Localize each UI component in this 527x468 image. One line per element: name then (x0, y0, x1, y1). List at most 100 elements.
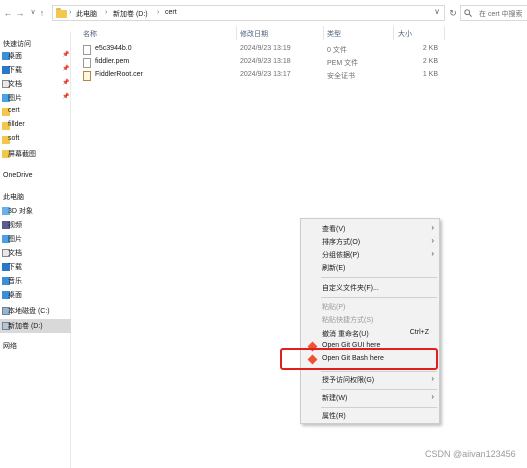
sidebar-item-pictures-pc[interactable]: 图片 (0, 232, 71, 246)
forward-icon[interactable]: → (14, 6, 26, 20)
address-dropdown-icon[interactable]: ∨ (434, 7, 440, 16)
breadcrumb-drive-d[interactable]: 新加卷 (D:) (113, 9, 148, 19)
menu-separator (321, 407, 437, 408)
search-placeholder: 在 cert 中搜索 (479, 11, 523, 18)
file-row[interactable]: e5c3944b.0 2024/9/23 13:19 0 文件 2 KB (80, 44, 527, 56)
menu-item-group-by[interactable]: 分组依据(P) › (301, 248, 439, 261)
breadcrumb-cert[interactable]: cert (165, 9, 177, 16)
sidebar-item-fillder[interactable]: fillder (0, 119, 71, 133)
navigation-pane: 快速访问 桌面 📌 下载 📌 文档 📌 图片 📌 cert fillder so… (0, 32, 71, 468)
menu-item-new[interactable]: 新建(W) › (301, 391, 439, 404)
pin-icon: 📌 (62, 80, 70, 86)
sidebar-item-drive-d[interactable]: 新加卷 (D:) (0, 319, 71, 333)
sidebar-item-documents-pc[interactable]: 文档 (0, 246, 71, 260)
menu-item-label: 授予访问权限(G) (322, 377, 375, 384)
sidebar-item-soft[interactable]: soft (0, 133, 71, 147)
file-name: FiddlerRoot.cer (95, 71, 143, 78)
file-icon (83, 58, 91, 68)
menu-separator (321, 277, 437, 278)
menu-item-properties[interactable]: 属性(R) (301, 409, 439, 422)
column-divider[interactable] (236, 26, 237, 40)
sidebar-item-desktop[interactable]: 桌面 📌 (0, 49, 71, 63)
sidebar-item-network[interactable]: 网络 (3, 341, 17, 351)
menu-item-paste[interactable]: 粘贴(P) (301, 300, 439, 313)
breadcrumb-separator: › (69, 9, 72, 16)
menu-item-shortcut: Ctrl+Z (409, 329, 429, 336)
sidebar-item-screenshots[interactable]: 屏幕截图 (0, 147, 71, 161)
file-row[interactable]: fiddler.pem 2024/9/23 13:18 PEM 文件 2 KB (80, 57, 527, 69)
menu-item-sort-by[interactable]: 排序方式(O) › (301, 235, 439, 248)
search-input[interactable]: 在 cert 中搜索 (460, 5, 527, 21)
menu-item-label: 属性(R) (322, 413, 346, 420)
menu-item-label: 排序方式(O) (322, 239, 361, 246)
menu-item-give-access[interactable]: 授予访问权限(G) › (301, 373, 439, 386)
column-header-name[interactable]: 名称 (83, 29, 97, 39)
sidebar-item-label: 本地磁盘 (C:) (8, 308, 50, 315)
sidebar-item-label: 桌面 (8, 53, 22, 60)
file-date: 2024/9/23 13:17 (240, 71, 291, 78)
highlight-box (280, 348, 438, 370)
sidebar-item-label: 下载 (8, 67, 22, 74)
column-header-type[interactable]: 类型 (327, 29, 341, 39)
file-size: 2 KB (422, 45, 438, 52)
sidebar-item-this-pc[interactable]: 此电脑 (3, 192, 24, 202)
sidebar-item-cert[interactable]: cert (0, 105, 71, 119)
file-size: 2 KB (422, 58, 438, 65)
file-name: e5c3944b.0 (95, 45, 132, 52)
column-header-size[interactable]: 大小 (398, 29, 412, 39)
sidebar-item-onedrive[interactable]: OneDrive (3, 172, 33, 179)
menu-item-refresh[interactable]: 刷新(E) (301, 261, 439, 274)
address-row: ← → ∨ ↑ › 此电脑 › 新加卷 (D:) › cert ∨ ↻ 在 ce… (0, 4, 527, 22)
search-icon (464, 9, 472, 17)
breadcrumb-separator: › (105, 9, 108, 16)
file-type: 安全证书 (327, 73, 355, 80)
sidebar-item-pictures[interactable]: 图片 📌 (0, 91, 71, 105)
pin-icon: 📌 (62, 66, 70, 72)
column-divider[interactable] (444, 26, 445, 40)
sidebar-item-label: 图片 (8, 95, 22, 102)
menu-item-label: 新建(W) (322, 395, 348, 402)
menu-item-undo-rename[interactable]: 撤消 重命名(U) Ctrl+Z (301, 327, 439, 340)
breadcrumb-separator: › (157, 9, 160, 16)
quick-access-header[interactable]: 快速访问 (3, 39, 31, 49)
sidebar-item-label: 图片 (8, 236, 22, 243)
context-menu: 查看(V) › 排序方式(O) › 分组依据(P) › 刷新(E) 自定义文件夹… (300, 218, 440, 424)
sidebar-item-label: cert (8, 107, 20, 114)
menu-item-view[interactable]: 查看(V) › (301, 222, 439, 235)
menu-item-label: 查看(V) (322, 226, 346, 233)
column-header-date[interactable]: 修改日期 (240, 29, 268, 39)
breadcrumb-this-pc[interactable]: 此电脑 (76, 9, 97, 19)
refresh-icon[interactable]: ↻ (447, 6, 459, 20)
file-row[interactable]: FiddlerRoot.cer 2024/9/23 13:17 安全证书 1 K… (80, 70, 527, 82)
menu-separator (321, 371, 437, 372)
file-icon (83, 45, 91, 55)
sidebar-item-3d-objects[interactable]: 3D 对象 (0, 204, 71, 218)
sidebar-item-label: 文档 (8, 81, 22, 88)
menu-item-paste-shortcut[interactable]: 粘贴快捷方式(S) (301, 313, 439, 326)
menu-item-customize-folder[interactable]: 自定义文件夹(F)... (301, 281, 439, 294)
menu-item-label: 自定义文件夹(F)... (322, 285, 379, 292)
menu-separator (321, 297, 437, 298)
sidebar-item-videos[interactable]: 视频 (0, 218, 71, 232)
sidebar-item-downloads-pc[interactable]: 下载 (0, 260, 71, 274)
sidebar-item-documents[interactable]: 文档 📌 (0, 77, 71, 91)
up-arrow-icon[interactable]: ↑ (36, 6, 48, 20)
pin-icon: 📌 (62, 94, 70, 100)
chevron-right-icon: › (431, 236, 434, 245)
sidebar-item-music[interactable]: 音乐 (0, 274, 71, 288)
chevron-right-icon: › (431, 374, 434, 383)
chevron-right-icon: › (431, 249, 434, 258)
menu-item-label: 撤消 重命名(U) (322, 331, 369, 338)
column-divider[interactable] (323, 26, 324, 40)
sidebar-item-downloads[interactable]: 下载 📌 (0, 63, 71, 77)
file-type: 0 文件 (327, 47, 347, 54)
address-bar[interactable]: › 此电脑 › 新加卷 (D:) › cert ∨ (52, 5, 445, 21)
sidebar-item-label: 屏幕截图 (8, 151, 36, 158)
file-date: 2024/9/23 13:18 (240, 58, 291, 65)
file-date: 2024/9/23 13:19 (240, 45, 291, 52)
column-divider[interactable] (393, 26, 394, 40)
sidebar-item-desktop-pc[interactable]: 桌面 (0, 288, 71, 302)
sidebar-item-drive-c[interactable]: 本地磁盘 (C:) (0, 304, 71, 318)
file-type: PEM 文件 (327, 60, 359, 67)
back-icon[interactable]: ← (2, 6, 14, 20)
